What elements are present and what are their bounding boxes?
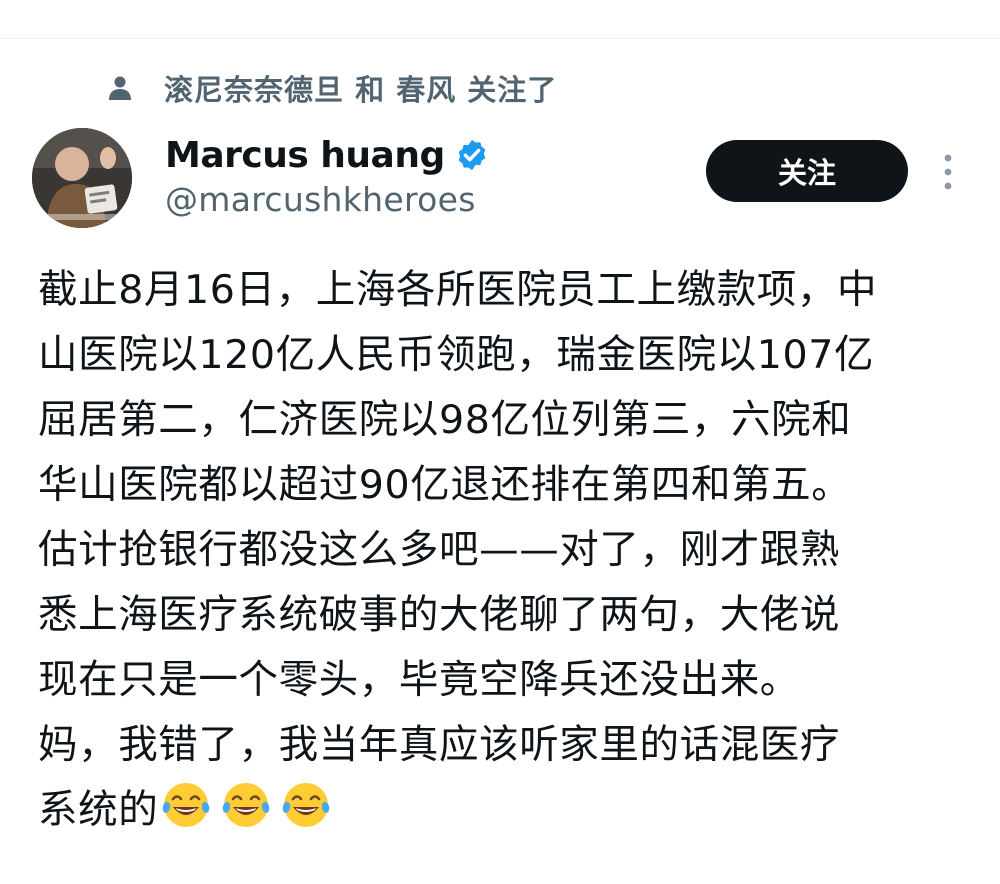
face-with-tears-of-joy-icon <box>163 783 210 827</box>
author-handle[interactable]: @marcushkheroes <box>165 180 476 219</box>
avatar[interactable] <box>32 128 132 228</box>
tweet-text: 截止8月16日，上海各所医院员工上缴款项，中 山医院以120亿人民币领跑，瑞金医… <box>38 258 978 843</box>
display-name[interactable]: Marcus huang <box>165 135 445 176</box>
tweet-line: 截止8月16日，上海各所医院员工上缴款项，中 <box>38 267 878 313</box>
author-name[interactable]: Marcus huang <box>165 130 489 180</box>
verified-badge-icon[interactable] <box>455 138 489 172</box>
avatar-image <box>32 128 132 228</box>
face-with-tears-of-joy-icon <box>223 783 270 827</box>
tweet-line: 妈，我错了，我当年真应该听家里的话混医疗 <box>38 722 840 768</box>
social-context[interactable]: 滚尼奈奈德旦 和 春风 关注了 <box>108 64 557 112</box>
tweet-line: 悉上海医疗系统破事的大佬聊了两句，大佬说 <box>38 592 840 638</box>
tweet-line: 山医院以120亿人民币领跑，瑞金医院以107亿 <box>38 332 875 378</box>
tweet-line: 现在只是一个零头，毕竟空降兵还没出来。 <box>38 657 800 703</box>
social-context-text: 滚尼奈奈德旦 和 春风 关注了 <box>164 73 558 107</box>
emoji-row <box>160 779 340 831</box>
tweet-line: 屈居第二，仁济医院以98亿位列第三，六院和 <box>38 397 852 443</box>
tweet-line: 估计抢银行都没这么多吧——对了，刚才跟熟 <box>38 527 840 573</box>
tweet-line-text: 系统的 <box>38 787 159 833</box>
face-with-tears-of-joy-icon <box>283 783 330 827</box>
more-vertical-icon[interactable] <box>934 152 962 192</box>
person-icon <box>109 76 131 100</box>
follow-button[interactable]: 关注 <box>706 140 908 202</box>
tweet-line: 华山医院都以超过90亿退还排在第四和第五。 <box>38 462 852 508</box>
tweet-last-line: 系统的 <box>38 778 978 843</box>
top-divider <box>0 38 1000 39</box>
